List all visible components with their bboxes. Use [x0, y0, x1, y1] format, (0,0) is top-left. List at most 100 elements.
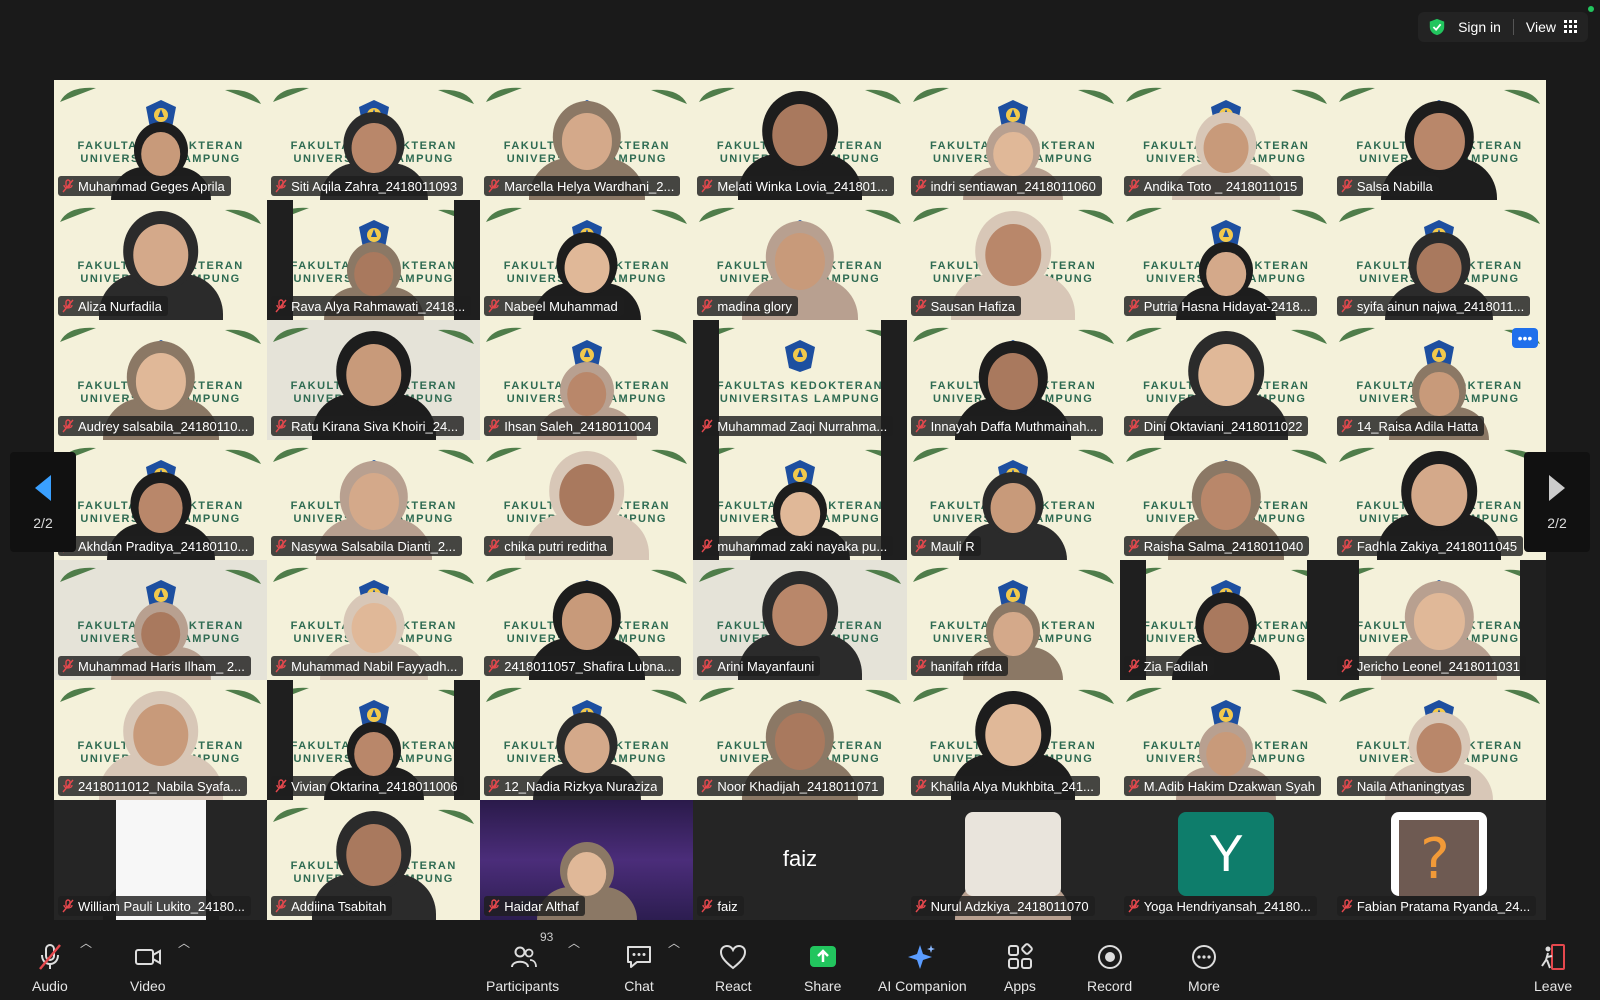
video-tile[interactable]: FAKULTAS KEDOKTERAN UNIVERSITAS LAMPUNG Mu… [693, 320, 907, 440]
participant-name-tag: 12_Nadia Rizkya Nuraziza [484, 776, 664, 796]
video-tile[interactable]: Y Yoga Hendriyansah_24180... [1119, 800, 1333, 920]
mic-muted-icon [701, 779, 713, 793]
participant-name-tag: Fadhla Zakiya_2418011045 [1336, 536, 1524, 556]
video-tile[interactable]: FAKULTAS KEDOKTERAN UNIVERSITAS LAMPUNG M.… [1119, 680, 1333, 800]
ai-companion-button[interactable]: AI Companion [878, 942, 967, 994]
participant-name-tag: Naila Athaningtyas [1336, 776, 1471, 796]
video-tile[interactable]: FAKULTAS KEDOKTERAN UNIVERSITAS LAMPUNG An… [1119, 80, 1333, 200]
participant-name-tag: Muhammad Geges Aprila [58, 176, 231, 196]
chat-options-caret[interactable]: ︿ [668, 934, 680, 951]
camera-off-name: faiz [782, 846, 818, 871]
participant-name-tag: Muhammad Haris Ilham_ 2... [58, 656, 251, 676]
video-tile[interactable]: FAKULTAS KEDOKTERANUNIVERSITAS LAMPUNGSa… [906, 200, 1120, 320]
mic-muted-icon [1341, 779, 1353, 793]
video-tile[interactable]: FAKULTAS KEDOKTERAN UNIVERSITAS LAMPUNG Na… [1332, 680, 1546, 800]
participant-name-tag: Ihsan Saleh_2418011004 [484, 416, 658, 436]
participant-name: hanifah rifda [930, 658, 1003, 674]
leave-button[interactable]: Leave [1534, 942, 1572, 994]
video-tile[interactable]: FAKULTAS KEDOKTERAN UNIVERSITAS LAMPUNG In… [906, 320, 1120, 440]
video-tile[interactable]: FAKULTAS KEDOKTERANUNIVERSITAS LAMPUNGMe… [693, 80, 907, 200]
participant-name: Muhammad Geges Aprila [78, 178, 225, 194]
participant-name-tag: Marcella Helya Wardhani_2... [484, 176, 681, 196]
video-tile[interactable]: FAKULTAS KEDOKTERANUNIVERSITAS LAMPUNGch… [480, 440, 694, 560]
video-tile[interactable]: FAKULTAS KEDOKTERAN UNIVERSITAS LAMPUNG ha… [906, 560, 1120, 680]
video-tile[interactable]: FAKULTAS KEDOKTERAN UNIVERSITAS LAMPUNG Mu… [267, 560, 481, 680]
video-tile[interactable]: FAKULTAS KEDOKTERAN UNIVERSITAS LAMPUNG Ih… [480, 320, 694, 440]
video-tile[interactable]: FAKULTAS KEDOKTERAN UNIVERSITAS LAMPUNG Ak… [54, 440, 268, 560]
participant-name-tag: Vivian Oktarina_2418011006 [271, 776, 464, 796]
video-tile[interactable]: FAKULTAS KEDOKTERAN UNIVERSITAS LAMPUNG Na… [480, 200, 694, 320]
video-tile[interactable]: FAKULTAS KEDOKTERAN UNIVERSITAS LAMPUNG Si… [267, 80, 481, 200]
more-button[interactable]: More [1188, 942, 1220, 994]
apps-icon [1007, 943, 1033, 969]
video-tile[interactable]: FAKULTAS KEDOKTERANUNIVERSITAS LAMPUNGFa… [1332, 440, 1546, 560]
video-tile[interactable]: FAKULTAS KEDOKTERAN UNIVERSITAS LAMPUNG Pu… [1119, 200, 1333, 320]
participant-name-tag: muhammad zaki nayaka pu... [697, 536, 894, 556]
video-tile[interactable]: FAKULTAS KEDOKTERAN UNIVERSITAS LAMPUNG Ma… [480, 80, 694, 200]
video-tile[interactable]: FAKULTAS KEDOKTERAN UNIVERSITAS LAMPUNG Au… [54, 320, 268, 440]
record-icon [1097, 945, 1122, 969]
video-tile[interactable]: faiz faiz [693, 800, 907, 920]
sign-in-button[interactable]: Sign in [1458, 19, 1501, 35]
background-caption-line2: UNIVERSITAS LAMPUNG [719, 393, 881, 405]
mic-muted-icon [275, 419, 287, 433]
video-tile[interactable]: Haidar Althaf [480, 800, 694, 920]
video-button[interactable]: Video [130, 942, 166, 994]
video-tile[interactable]: FAKULTAS KEDOKTERANUNIVERSITAS LAMPUNGSa… [1332, 80, 1546, 200]
participant-name: faiz [717, 898, 738, 914]
participants-button[interactable]: Participants [486, 942, 559, 994]
participant-name: Zia Fadilah [1143, 658, 1209, 674]
apps-button[interactable]: Apps [1004, 942, 1036, 994]
mic-muted-icon [915, 179, 927, 193]
video-tile[interactable]: FAKULTAS KEDOKTERAN UNIVERSITAS LAMPUNG Mu… [54, 80, 268, 200]
video-tile[interactable]: FAKULTAS KEDOKTERAN UNIVERSITAS LAMPUNG ••… [1332, 320, 1546, 440]
react-button[interactable]: React [715, 942, 752, 994]
video-tile[interactable]: Nurul Adzkiya_2418011070 [906, 800, 1120, 920]
mic-muted-icon [488, 179, 500, 193]
video-tile[interactable]: FAKULTAS KEDOKTERANUNIVERSITAS LAMPUNG24… [480, 560, 694, 680]
video-tile[interactable]: FAKULTAS KEDOKTERANUNIVERSITAS LAMPUNGAd… [267, 800, 481, 920]
video-tile[interactable]: FAKULTAS KEDOKTERAN UNIVERSITAS LAMPUNG in… [906, 80, 1120, 200]
video-tile[interactable]: FAKULTAS KEDOKTERAN UNIVERSITAS LAMPUNG Zi… [1119, 560, 1333, 680]
video-tile[interactable]: FAKULTAS KEDOKTERANUNIVERSITAS LAMPUNGRa… [267, 200, 481, 320]
view-button[interactable]: View [1526, 19, 1578, 35]
previous-page-button[interactable]: 2/2 [10, 452, 76, 552]
video-tile[interactable]: FAKULTAS KEDOKTERAN UNIVERSITAS LAMPUNG mu… [693, 440, 907, 560]
video-tile[interactable]: FAKULTAS KEDOKTERANUNIVERSITAS LAMPUNGDi… [1119, 320, 1333, 440]
record-button[interactable]: Record [1087, 942, 1132, 994]
audio-options-caret[interactable]: ︿ [80, 934, 92, 951]
video-tile[interactable]: FAKULTAS KEDOKTERANUNIVERSITAS LAMPUNGRa… [267, 320, 481, 440]
tile-more-options-button[interactable]: ••• [1511, 328, 1538, 348]
participant-name: syifa ainun najwa_2418011... [1356, 298, 1525, 314]
chat-button[interactable]: Chat [624, 942, 654, 994]
video-tile[interactable]: FAKULTAS KEDOKTERANUNIVERSITAS LAMPUNGKh… [906, 680, 1120, 800]
video-tile[interactable]: FAKULTAS KEDOKTERANUNIVERSITAS LAMPUNG24… [54, 680, 268, 800]
participant-name: Salsa Nabilla [1356, 178, 1433, 194]
video-tile[interactable]: FAKULTAS KEDOKTERANUNIVERSITAS LAMPUNGRa… [1119, 440, 1333, 560]
next-page-button[interactable]: 2/2 [1524, 452, 1590, 552]
video-options-caret[interactable]: ︿ [178, 934, 190, 951]
participants-options-caret[interactable]: ︿ [568, 934, 580, 951]
share-button[interactable]: Share [804, 942, 841, 994]
participant-name: Nurul Adzkiya_2418011070 [930, 898, 1089, 914]
video-tile[interactable]: FAKULTAS KEDOKTERAN UNIVERSITAS LAMPUNG Ma… [906, 440, 1120, 560]
video-tile[interactable]: FAKULTAS KEDOKTERAN UNIVERSITAS LAMPUNG Je… [1332, 560, 1546, 680]
leave-label: Leave [1534, 978, 1573, 994]
video-tile[interactable]: FAKULTAS KEDOKTERAN UNIVERSITAS LAMPUNG Mu… [54, 560, 268, 680]
video-tile[interactable]: FAKULTAS KEDOKTERAN UNIVERSITAS LAMPUNG No… [693, 680, 907, 800]
video-tile[interactable]: ? Fabian Pratama Ryanda_24... [1332, 800, 1546, 920]
participant-name-tag: Sausan Hafiza [910, 296, 1022, 316]
audio-button[interactable]: Audio [32, 942, 68, 994]
video-tile[interactable]: FAKULTAS KEDOKTERANUNIVERSITAS LAMPUNGAr… [693, 560, 907, 680]
participant-name: Jericho Leonel_2418011031 [1356, 658, 1520, 674]
video-tile[interactable]: FAKULTAS KEDOKTERAN UNIVERSITAS LAMPUNG sy… [1332, 200, 1546, 320]
more-icon [1191, 945, 1216, 969]
video-tile[interactable]: William Pauli Lukito_24180... [54, 800, 268, 920]
participant-name: Naila Athaningtyas [1356, 778, 1465, 794]
video-tile[interactable]: FAKULTAS KEDOKTERANUNIVERSITAS LAMPUNGAl… [54, 200, 268, 320]
video-tile[interactable]: FAKULTAS KEDOKTERAN UNIVERSITAS LAMPUNG 12… [480, 680, 694, 800]
video-tile[interactable]: FAKULTAS KEDOKTERAN UNIVERSITAS LAMPUNG ma… [693, 200, 907, 320]
video-tile[interactable]: FAKULTAS KEDOKTERAN UNIVERSITAS LAMPUNG Vi… [267, 680, 481, 800]
video-tile[interactable]: FAKULTAS KEDOKTERAN UNIVERSITAS LAMPUNG Na… [267, 440, 481, 560]
status-dot [1588, 6, 1594, 12]
